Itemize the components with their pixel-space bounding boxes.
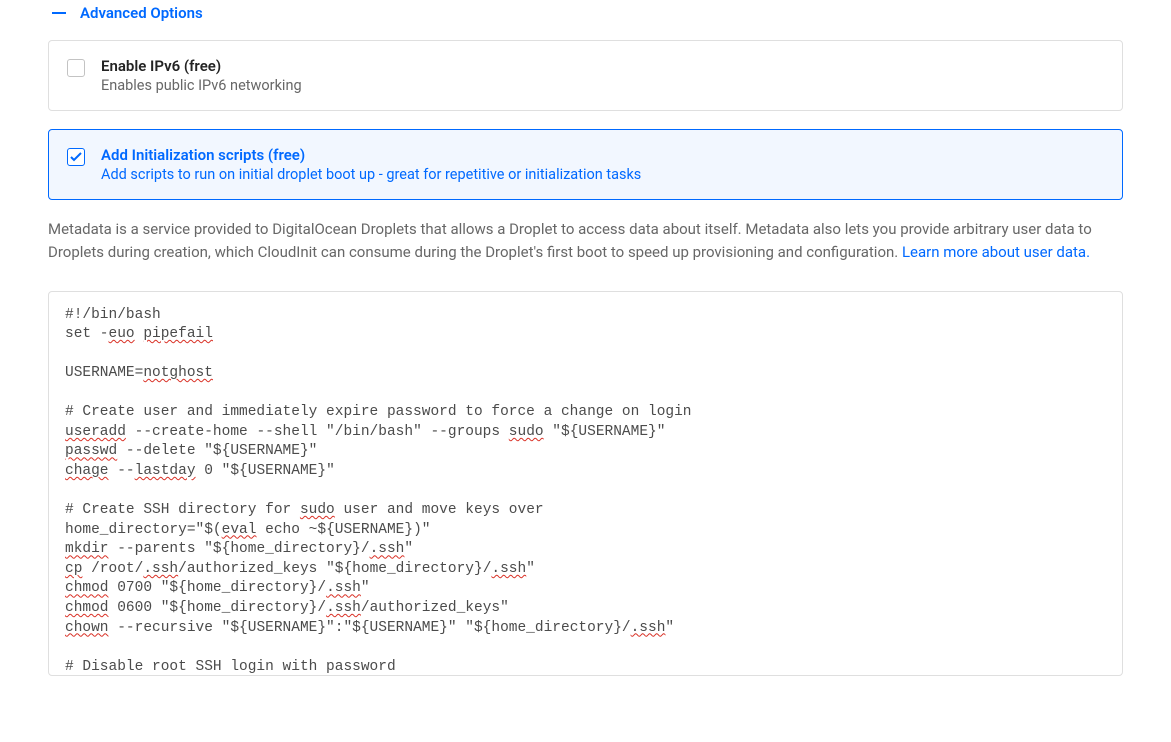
script-line: /authorized_keys" [361,600,509,616]
script-line: set - [65,326,109,342]
script-word: useradd [65,424,126,440]
script-line: " [404,541,413,557]
script-word: mkdir [65,541,109,557]
ipv6-checkbox[interactable] [67,59,85,77]
script-word: .ssh [326,600,361,616]
script-line: --create-home --shell "/bin/bash" --grou… [126,424,509,440]
script-word: notghost [143,365,213,381]
init-scripts-option-card[interactable]: Add Initialization scripts (free) Add sc… [48,129,1123,200]
script-line: " [526,561,535,577]
script-line: /root/ [82,561,143,577]
script-line: USERNAME= [65,365,143,381]
script-word: .ssh [370,541,405,557]
script-word: .ssh [326,580,361,596]
script-line: --delete "${USERNAME}" [117,443,317,459]
script-line: home_directory="$( [65,522,222,538]
script-word: sudo [300,502,335,518]
script-line: --recursive "${USERNAME}":"${USERNAME}" … [109,620,631,636]
script-word: .ssh [143,561,178,577]
advanced-options-label: Advanced Options [80,4,203,22]
minus-icon [52,12,66,14]
script-word: lastday [135,463,196,479]
ipv6-option-card[interactable]: Enable IPv6 (free) Enables public IPv6 n… [48,40,1123,111]
script-line: # Create user and immediately expire pas… [65,404,692,420]
script-word: chown [65,620,109,636]
script-line: # Disable root SSH login with password [65,659,396,675]
user-data-textarea[interactable]: #!/bin/bash set -euo pipefail USERNAME=n… [48,291,1123,676]
script-word: sudo [509,424,544,440]
script-line: " [361,580,370,596]
script-word: eval [222,522,257,538]
advanced-options-toggle[interactable]: Advanced Options [48,4,1123,22]
script-line: -- [109,463,135,479]
script-line: 0600 "${home_directory}/ [109,600,327,616]
ipv6-text: Enable IPv6 (free) Enables public IPv6 n… [101,57,302,94]
script-line: --parents "${home_directory}/ [109,541,370,557]
script-line: 0700 "${home_directory}/ [109,580,327,596]
script-line: " [665,620,674,636]
script-word: euo [109,326,135,342]
init-scripts-title: Add Initialization scripts (free) [101,146,641,164]
ipv6-title: Enable IPv6 (free) [101,57,302,75]
script-word: chmod [65,600,109,616]
init-scripts-checkbox[interactable] [67,148,85,166]
metadata-description: Metadata is a service provided to Digita… [48,218,1123,265]
init-scripts-text: Add Initialization scripts (free) Add sc… [101,146,641,183]
script-line: 0 "${USERNAME}" [196,463,335,479]
script-word: cp [65,561,82,577]
script-word: chmod [65,580,109,596]
init-scripts-subtitle: Add scripts to run on initial droplet bo… [101,166,641,183]
script-line: echo ~${USERNAME})" [256,522,430,538]
script-line: # Create SSH directory for [65,502,300,518]
script-word: passwd [65,443,117,459]
script-line: /authorized_keys "${home_directory}/ [178,561,491,577]
learn-more-link[interactable]: Learn more about user data. [902,243,1090,261]
script-word: .ssh [491,561,526,577]
script-word: .ssh [631,620,666,636]
script-word: chage [65,463,109,479]
script-line: "${USERNAME}" [544,424,666,440]
check-icon [70,152,82,162]
ipv6-subtitle: Enables public IPv6 networking [101,77,302,94]
script-line: #!/bin/bash [65,307,161,323]
script-word: pipefail [143,326,213,342]
script-line: user and move keys over [335,502,544,518]
